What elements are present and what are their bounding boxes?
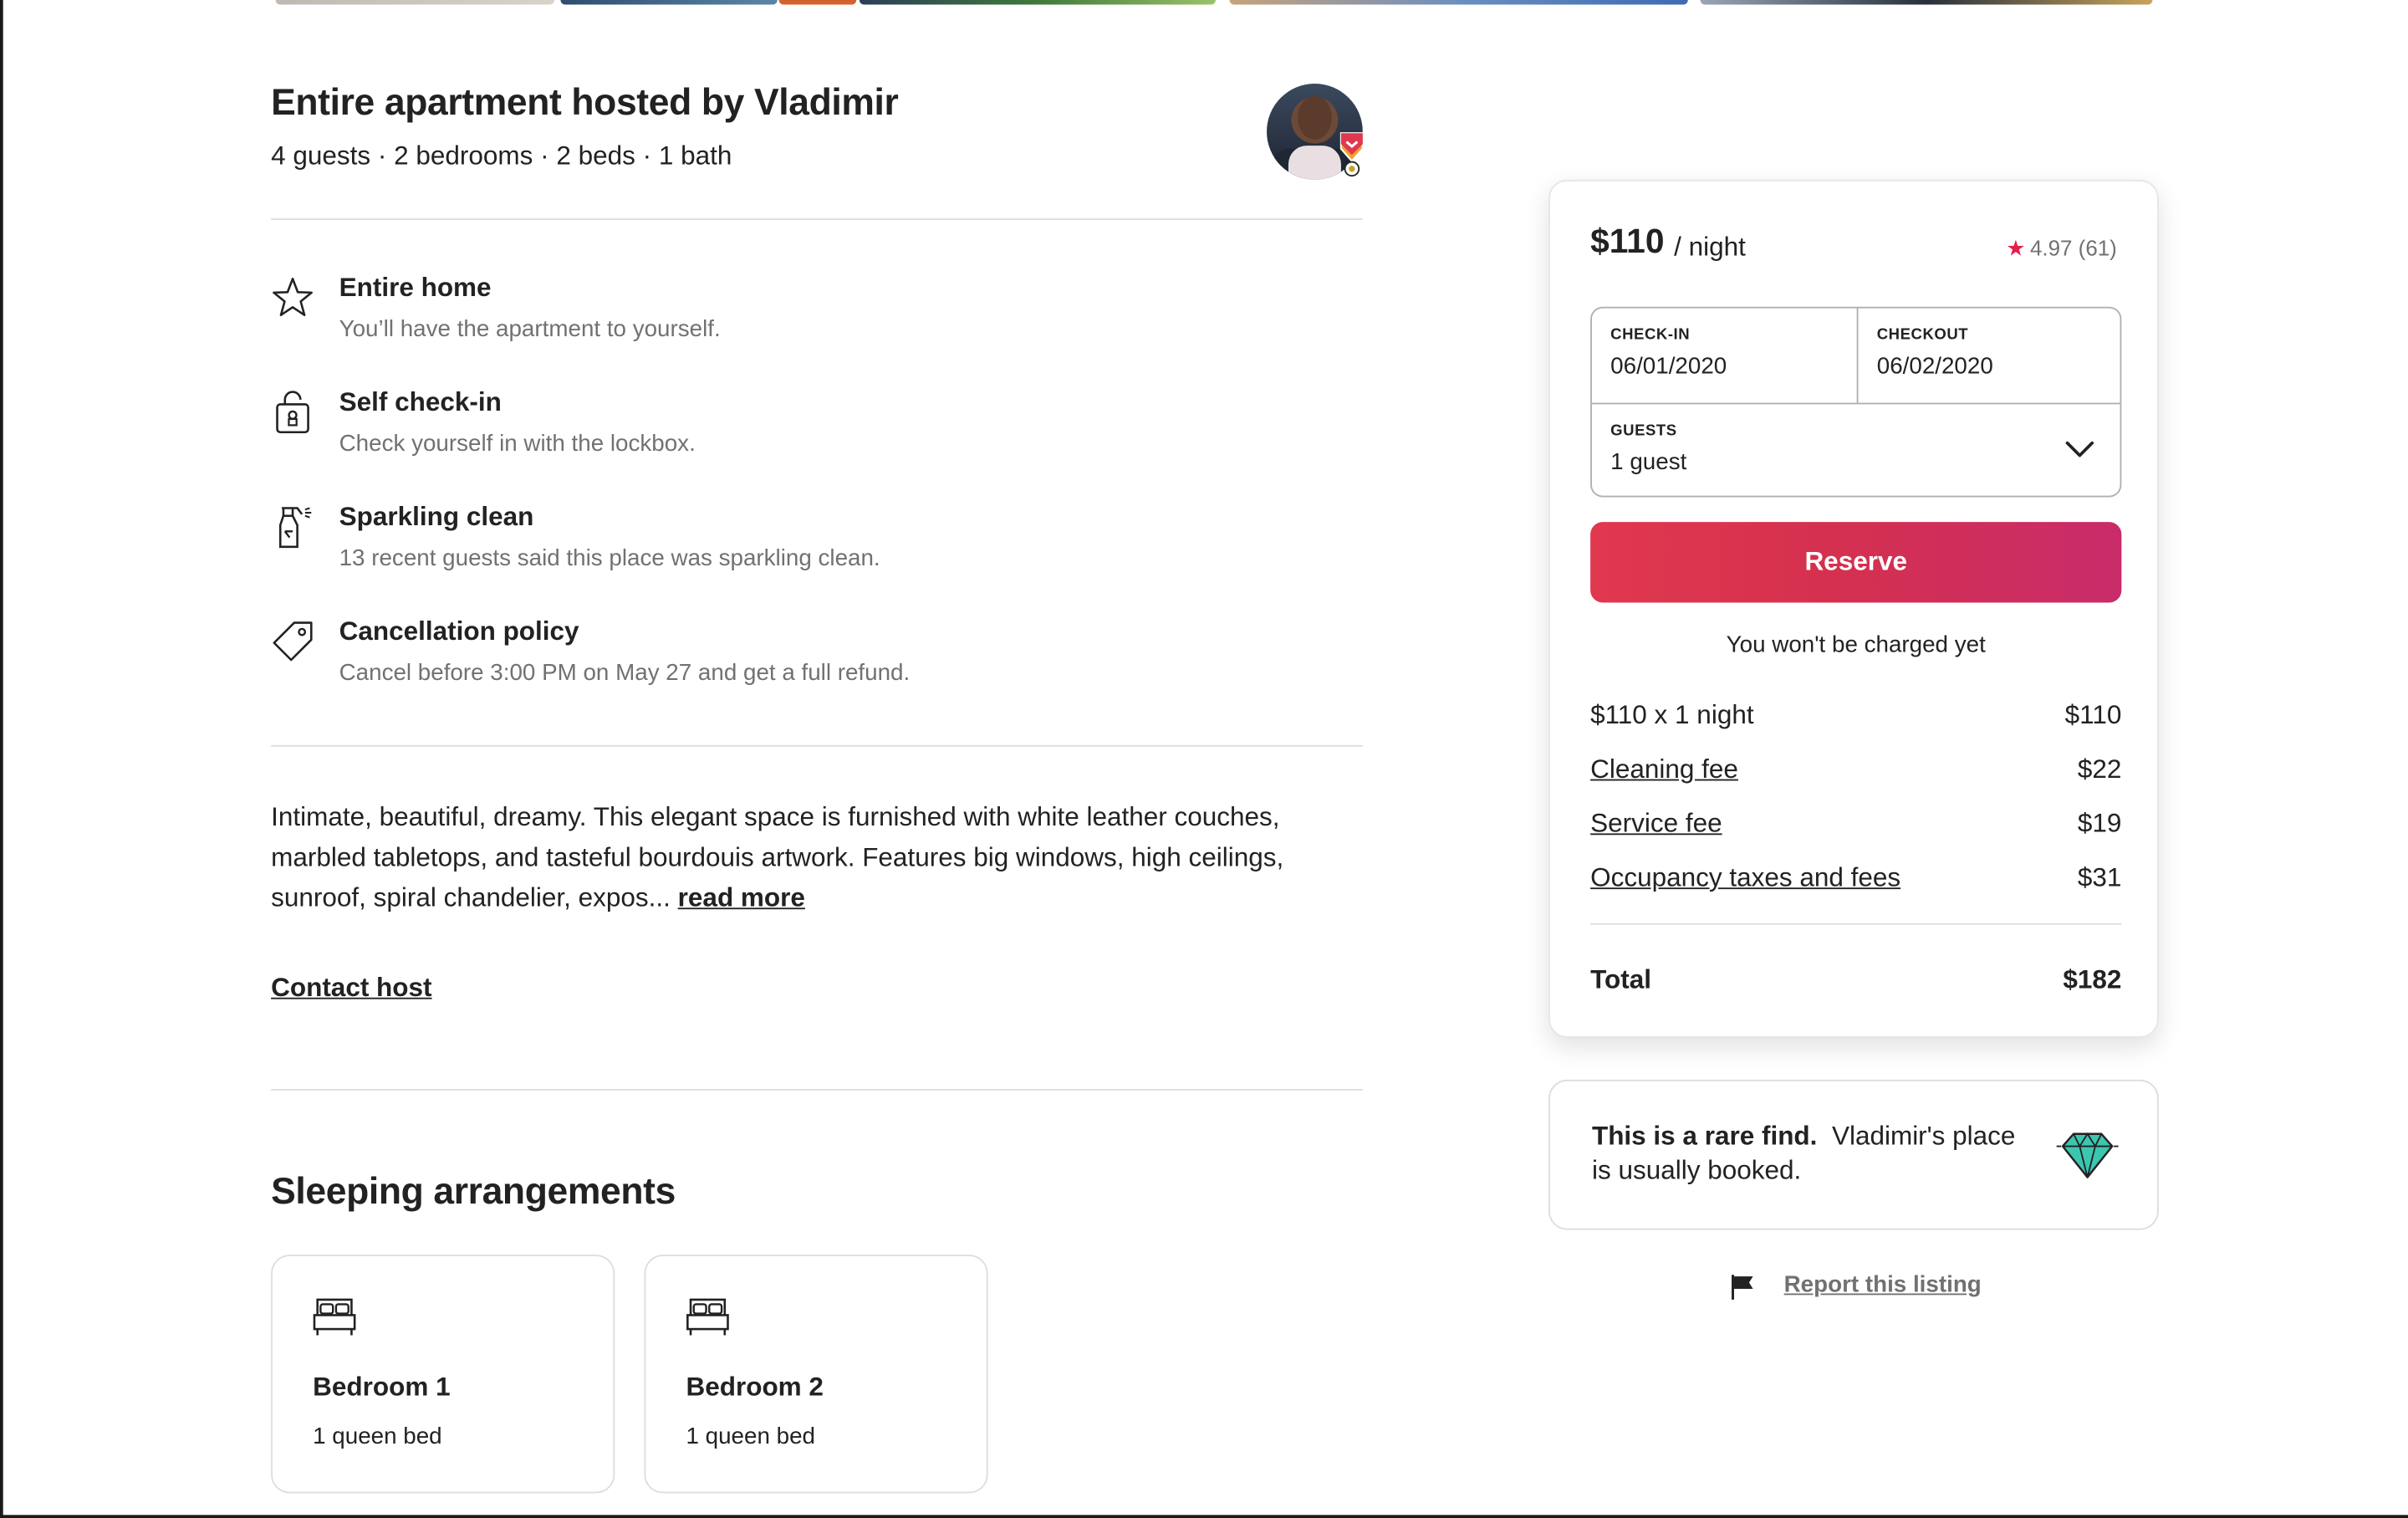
checkin-value: 06/01/2020: [1610, 353, 1727, 380]
listing-page: Entire apartment hosted by Vladimir 4 gu…: [0, 0, 2408, 1518]
line-item-label: $110 x 1 night: [1590, 700, 1754, 730]
price-line-item: $110 x 1 night $110: [1590, 700, 2121, 737]
rating[interactable]: ★ 4.97 (61): [2006, 236, 2117, 262]
checkin-field[interactable]: CHECK-IN 06/01/2020: [1592, 309, 1857, 401]
tag-icon: [273, 621, 313, 662]
total-label: Total: [1590, 964, 1652, 995]
line-item-amount: $19: [2077, 808, 2122, 838]
date-guest-picker: CHECK-IN 06/01/2020 CHECKOUT 06/02/2020 …: [1590, 306, 2122, 498]
star-icon: [273, 278, 313, 317]
superhost-badge-icon: [1339, 132, 1364, 163]
spray-bottle-icon: [278, 507, 312, 549]
photo-thumb[interactable]: [1229, 0, 1688, 5]
report-listing-label: Report this listing: [1783, 1271, 1982, 1299]
highlight-title: Entire home: [339, 272, 492, 303]
highlight-title: Self check-in: [339, 387, 502, 417]
highlight-title: Cancellation policy: [339, 616, 579, 647]
photo-thumb[interactable]: [778, 0, 857, 5]
contact-host-link[interactable]: Contact host: [271, 973, 431, 1004]
highlight-self-check-in: Self check-in Check yourself in with the…: [271, 387, 1363, 480]
lockbox-icon: [276, 391, 309, 434]
guests-label: GUESTS: [1610, 422, 1677, 440]
highlight-subtitle: Cancel before 3:00 PM on May 27 and get …: [339, 659, 911, 687]
price-line-item: Occupancy taxes and fees $31: [1590, 863, 2121, 900]
star-rating-icon: ★: [2006, 235, 2026, 261]
line-item-amount: $31: [2077, 862, 2122, 892]
bed-icon: [313, 1298, 356, 1336]
checkin-label: CHECK-IN: [1610, 326, 1691, 345]
sleeping-arrangements-title: Sleeping arrangements: [271, 1171, 676, 1214]
bedroom-card: Bedroom 1 1 queen bed: [271, 1255, 615, 1494]
read-more-link[interactable]: read more: [678, 883, 805, 912]
section-divider: [271, 218, 1363, 220]
guests-select[interactable]: GUESTS 1 guest: [1592, 404, 2121, 497]
checkout-value: 06/02/2020: [1876, 353, 1993, 380]
highlight-sparkling-clean: Sparkling clean 13 recent guests said th…: [271, 502, 1363, 595]
total-divider: [1590, 923, 2122, 925]
price-line-item: Cleaning fee $22: [1590, 754, 2121, 791]
nightly-price: $110: [1590, 221, 1665, 261]
photo-thumb[interactable]: [859, 0, 1216, 5]
rare-find-card: This is a rare find. Vladimir's place is…: [1548, 1079, 2159, 1230]
highlight-subtitle: 13 recent guests said this place was spa…: [339, 544, 880, 572]
rare-find-headline: This is a rare find.: [1591, 1121, 1818, 1152]
highlight-subtitle: Check yourself in with the lockbox.: [339, 430, 696, 457]
rating-value: 4.97 (61): [2030, 235, 2117, 261]
service-fee-link[interactable]: Service fee: [1590, 809, 1722, 840]
listing-description: Intimate, beautiful, dreamy. This elegan…: [271, 798, 1370, 918]
section-divider: [271, 744, 1363, 747]
highlight-subtitle: You’ll have the apartment to yourself.: [339, 315, 721, 343]
section-divider: [271, 1089, 1363, 1091]
room-beds: 1 queen bed: [313, 1423, 442, 1450]
guests-value: 1 guest: [1610, 449, 1687, 476]
price-line-item: Service fee $19: [1590, 809, 2121, 846]
line-item-amount: $110: [2064, 700, 2122, 730]
listing-title: Entire apartment hosted by Vladimir: [271, 82, 899, 125]
highlight-entire-home: Entire home You’ll have the apartment to…: [271, 273, 1363, 365]
photo-thumb[interactable]: [275, 0, 555, 5]
photo-thumb[interactable]: [560, 0, 778, 5]
room-name: Bedroom 2: [686, 1372, 824, 1403]
host-status-dot: [1344, 161, 1360, 177]
window-edge-bottom: [0, 1515, 2408, 1518]
total-row: Total $182: [1590, 965, 2121, 996]
diamond-icon: [2056, 1132, 2119, 1178]
booking-card: $110 / night ★ 4.97 (61) CHECK-IN 06/01/2…: [1548, 179, 2159, 1038]
photo-thumb[interactable]: [1700, 0, 2153, 5]
chevron-down-icon[interactable]: [2064, 438, 2095, 460]
no-charge-note: You won't be charged yet: [1726, 631, 1986, 659]
flag-icon: [1732, 1275, 1753, 1300]
occupancy-taxes-link[interactable]: Occupancy taxes and fees: [1590, 863, 1900, 894]
line-item-amount: $22: [2077, 754, 2122, 785]
highlight-cancellation-policy: Cancellation policy Cancel before 3:00 P…: [271, 616, 1363, 709]
rare-find-message: This is a rare find. Vladimir's place is…: [1592, 1120, 2041, 1188]
room-beds: 1 queen bed: [686, 1423, 815, 1450]
reserve-button[interactable]: Reserve: [1590, 522, 2122, 603]
bed-icon: [686, 1298, 729, 1336]
bedroom-card: Bedroom 2 1 queen bed: [644, 1255, 988, 1494]
room-name: Bedroom 1: [313, 1372, 451, 1403]
total-amount: $182: [2063, 964, 2122, 995]
highlight-title: Sparkling clean: [339, 502, 534, 532]
window-edge-left: [0, 0, 3, 1518]
listing-summary: 4 guests · 2 bedrooms · 2 beds · 1 bath: [271, 141, 732, 171]
checkout-label: CHECKOUT: [1876, 326, 1969, 345]
checkout-field[interactable]: CHECKOUT 06/02/2020: [1859, 309, 2122, 401]
cleaning-fee-link[interactable]: Cleaning fee: [1590, 754, 1738, 785]
per-night-label: / night: [1674, 232, 1746, 263]
